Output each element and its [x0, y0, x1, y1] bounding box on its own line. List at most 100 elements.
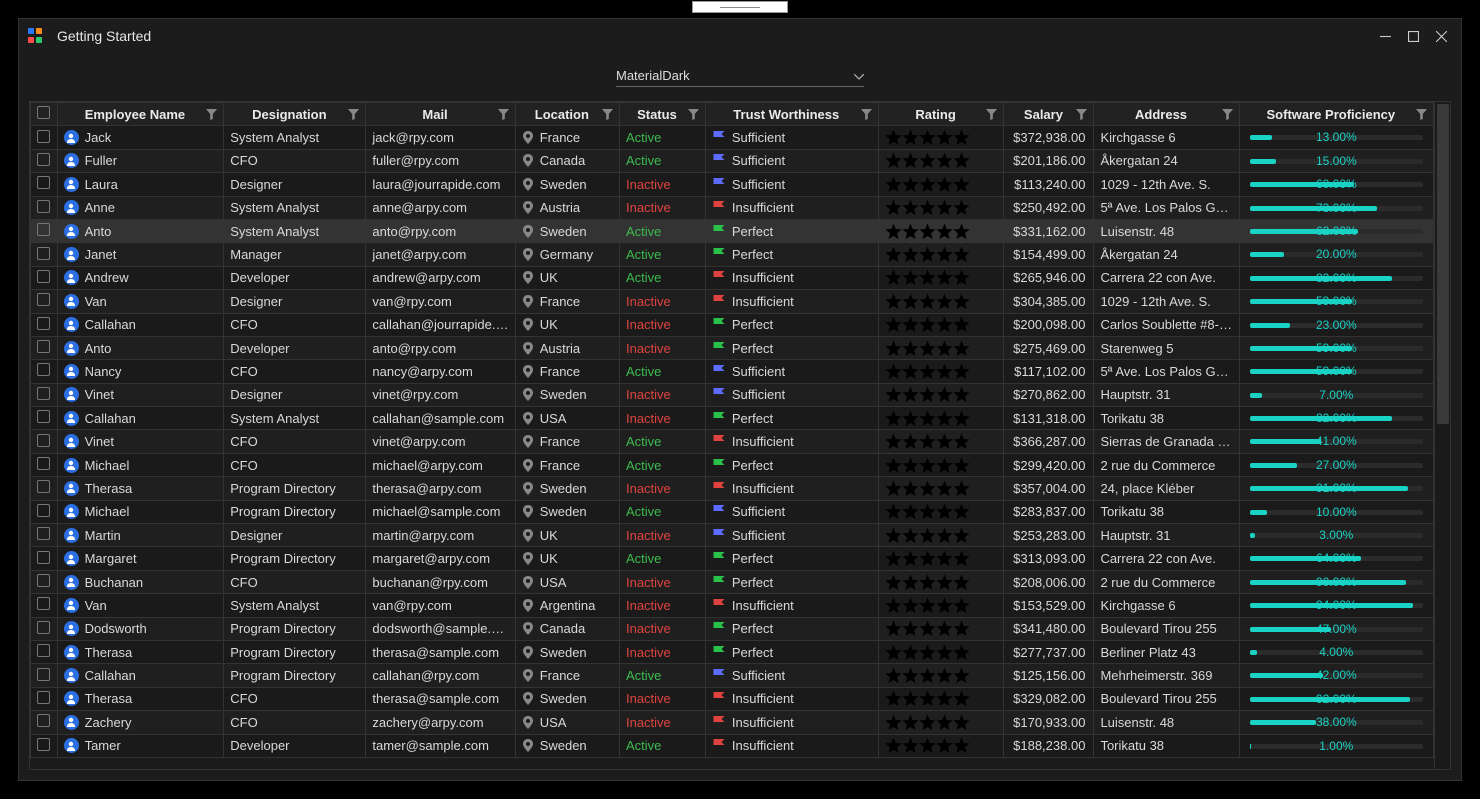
- column-header-prof[interactable]: Software Proficiency: [1239, 103, 1433, 126]
- star-icon[interactable]: [885, 714, 902, 731]
- row-checkbox[interactable]: [37, 597, 50, 610]
- star-icon[interactable]: [936, 737, 953, 754]
- star-icon[interactable]: [885, 574, 902, 591]
- table-row[interactable]: ZacheryCFOzachery@arpy.comUSAInactiveIns…: [31, 711, 1434, 734]
- row-checkbox[interactable]: [37, 410, 50, 423]
- star-icon[interactable]: [953, 152, 970, 169]
- row-checkbox[interactable]: [37, 574, 50, 587]
- row-checkbox[interactable]: [37, 223, 50, 236]
- filter-icon[interactable]: [688, 109, 699, 120]
- star-icon[interactable]: [936, 176, 953, 193]
- star-icon[interactable]: [953, 550, 970, 567]
- star-icon[interactable]: [919, 714, 936, 731]
- table-row[interactable]: TherasaProgram Directorytherasa@sample.c…: [31, 640, 1434, 663]
- rating-stars[interactable]: [885, 316, 998, 333]
- star-icon[interactable]: [885, 737, 902, 754]
- star-icon[interactable]: [902, 714, 919, 731]
- row-checkbox[interactable]: [37, 340, 50, 353]
- row-checkbox[interactable]: [37, 480, 50, 493]
- table-row[interactable]: JackSystem Analystjack@rpy.comFranceActi…: [31, 126, 1434, 149]
- rating-stars[interactable]: [885, 620, 998, 637]
- star-icon[interactable]: [902, 269, 919, 286]
- rating-stars[interactable]: [885, 714, 998, 731]
- star-icon[interactable]: [919, 597, 936, 614]
- row-checkbox[interactable]: [37, 714, 50, 727]
- row-checkbox[interactable]: [37, 247, 50, 260]
- column-header-salary[interactable]: Salary: [1004, 103, 1094, 126]
- star-icon[interactable]: [953, 246, 970, 263]
- star-icon[interactable]: [902, 433, 919, 450]
- star-icon[interactable]: [919, 410, 936, 427]
- close-button[interactable]: [1427, 22, 1455, 50]
- star-icon[interactable]: [902, 152, 919, 169]
- star-icon[interactable]: [902, 480, 919, 497]
- rating-stars[interactable]: [885, 340, 998, 357]
- table-row[interactable]: CallahanProgram Directorycallahan@rpy.co…: [31, 664, 1434, 687]
- star-icon[interactable]: [919, 690, 936, 707]
- star-icon[interactable]: [936, 690, 953, 707]
- rating-stars[interactable]: [885, 223, 998, 240]
- table-row[interactable]: CallahanCFOcallahan@jourrapide.comUKInac…: [31, 313, 1434, 336]
- star-icon[interactable]: [953, 340, 970, 357]
- table-row[interactable]: VinetDesignervinet@rpy.comSwedenInactive…: [31, 383, 1434, 406]
- star-icon[interactable]: [902, 340, 919, 357]
- column-header-trust[interactable]: Trust Worthiness: [705, 103, 878, 126]
- star-icon[interactable]: [919, 176, 936, 193]
- table-row[interactable]: DodsworthProgram Directorydodsworth@samp…: [31, 617, 1434, 640]
- star-icon[interactable]: [885, 550, 902, 567]
- rating-stars[interactable]: [885, 152, 998, 169]
- star-icon[interactable]: [953, 503, 970, 520]
- star-icon[interactable]: [919, 340, 936, 357]
- star-icon[interactable]: [885, 386, 902, 403]
- star-icon[interactable]: [885, 457, 902, 474]
- filter-icon[interactable]: [986, 109, 997, 120]
- row-checkbox[interactable]: [37, 293, 50, 306]
- filter-icon[interactable]: [861, 109, 872, 120]
- star-icon[interactable]: [953, 293, 970, 310]
- row-checkbox[interactable]: [37, 317, 50, 330]
- column-header-loc[interactable]: Location: [515, 103, 619, 126]
- table-row[interactable]: TherasaProgram Directorytherasa@arpy.com…: [31, 477, 1434, 500]
- table-row[interactable]: AndrewDeveloperandrew@arpy.comUKActiveIn…: [31, 266, 1434, 289]
- rating-stars[interactable]: [885, 737, 998, 754]
- window-drag-handle[interactable]: [692, 1, 788, 13]
- star-icon[interactable]: [936, 574, 953, 591]
- rating-stars[interactable]: [885, 129, 998, 146]
- star-icon[interactable]: [902, 620, 919, 637]
- star-icon[interactable]: [953, 667, 970, 684]
- rating-stars[interactable]: [885, 457, 998, 474]
- table-row[interactable]: NancyCFOnancy@arpy.comFranceActiveSuffic…: [31, 360, 1434, 383]
- star-icon[interactable]: [902, 223, 919, 240]
- star-icon[interactable]: [902, 176, 919, 193]
- scrollbar-thumb[interactable]: [1437, 104, 1449, 424]
- star-icon[interactable]: [919, 550, 936, 567]
- column-header-rating[interactable]: Rating: [878, 103, 1004, 126]
- star-icon[interactable]: [902, 386, 919, 403]
- star-icon[interactable]: [902, 246, 919, 263]
- rating-stars[interactable]: [885, 363, 998, 380]
- star-icon[interactable]: [919, 152, 936, 169]
- star-icon[interactable]: [936, 503, 953, 520]
- table-row[interactable]: AnneSystem Analystanne@arpy.comAustriaIn…: [31, 196, 1434, 219]
- star-icon[interactable]: [953, 386, 970, 403]
- star-icon[interactable]: [902, 690, 919, 707]
- star-icon[interactable]: [902, 363, 919, 380]
- star-icon[interactable]: [919, 386, 936, 403]
- table-row[interactable]: MargaretProgram Directorymargaret@arpy.c…: [31, 547, 1434, 570]
- rating-stars[interactable]: [885, 597, 998, 614]
- vertical-scrollbar[interactable]: [1434, 102, 1450, 769]
- rating-stars[interactable]: [885, 293, 998, 310]
- star-icon[interactable]: [919, 737, 936, 754]
- filter-icon[interactable]: [348, 109, 359, 120]
- star-icon[interactable]: [885, 644, 902, 661]
- row-checkbox[interactable]: [37, 200, 50, 213]
- column-header-addr[interactable]: Address: [1094, 103, 1239, 126]
- row-checkbox[interactable]: [37, 621, 50, 634]
- star-icon[interactable]: [953, 433, 970, 450]
- star-icon[interactable]: [902, 316, 919, 333]
- star-icon[interactable]: [885, 410, 902, 427]
- row-checkbox[interactable]: [37, 551, 50, 564]
- star-icon[interactable]: [953, 223, 970, 240]
- star-icon[interactable]: [953, 199, 970, 216]
- row-checkbox[interactable]: [37, 434, 50, 447]
